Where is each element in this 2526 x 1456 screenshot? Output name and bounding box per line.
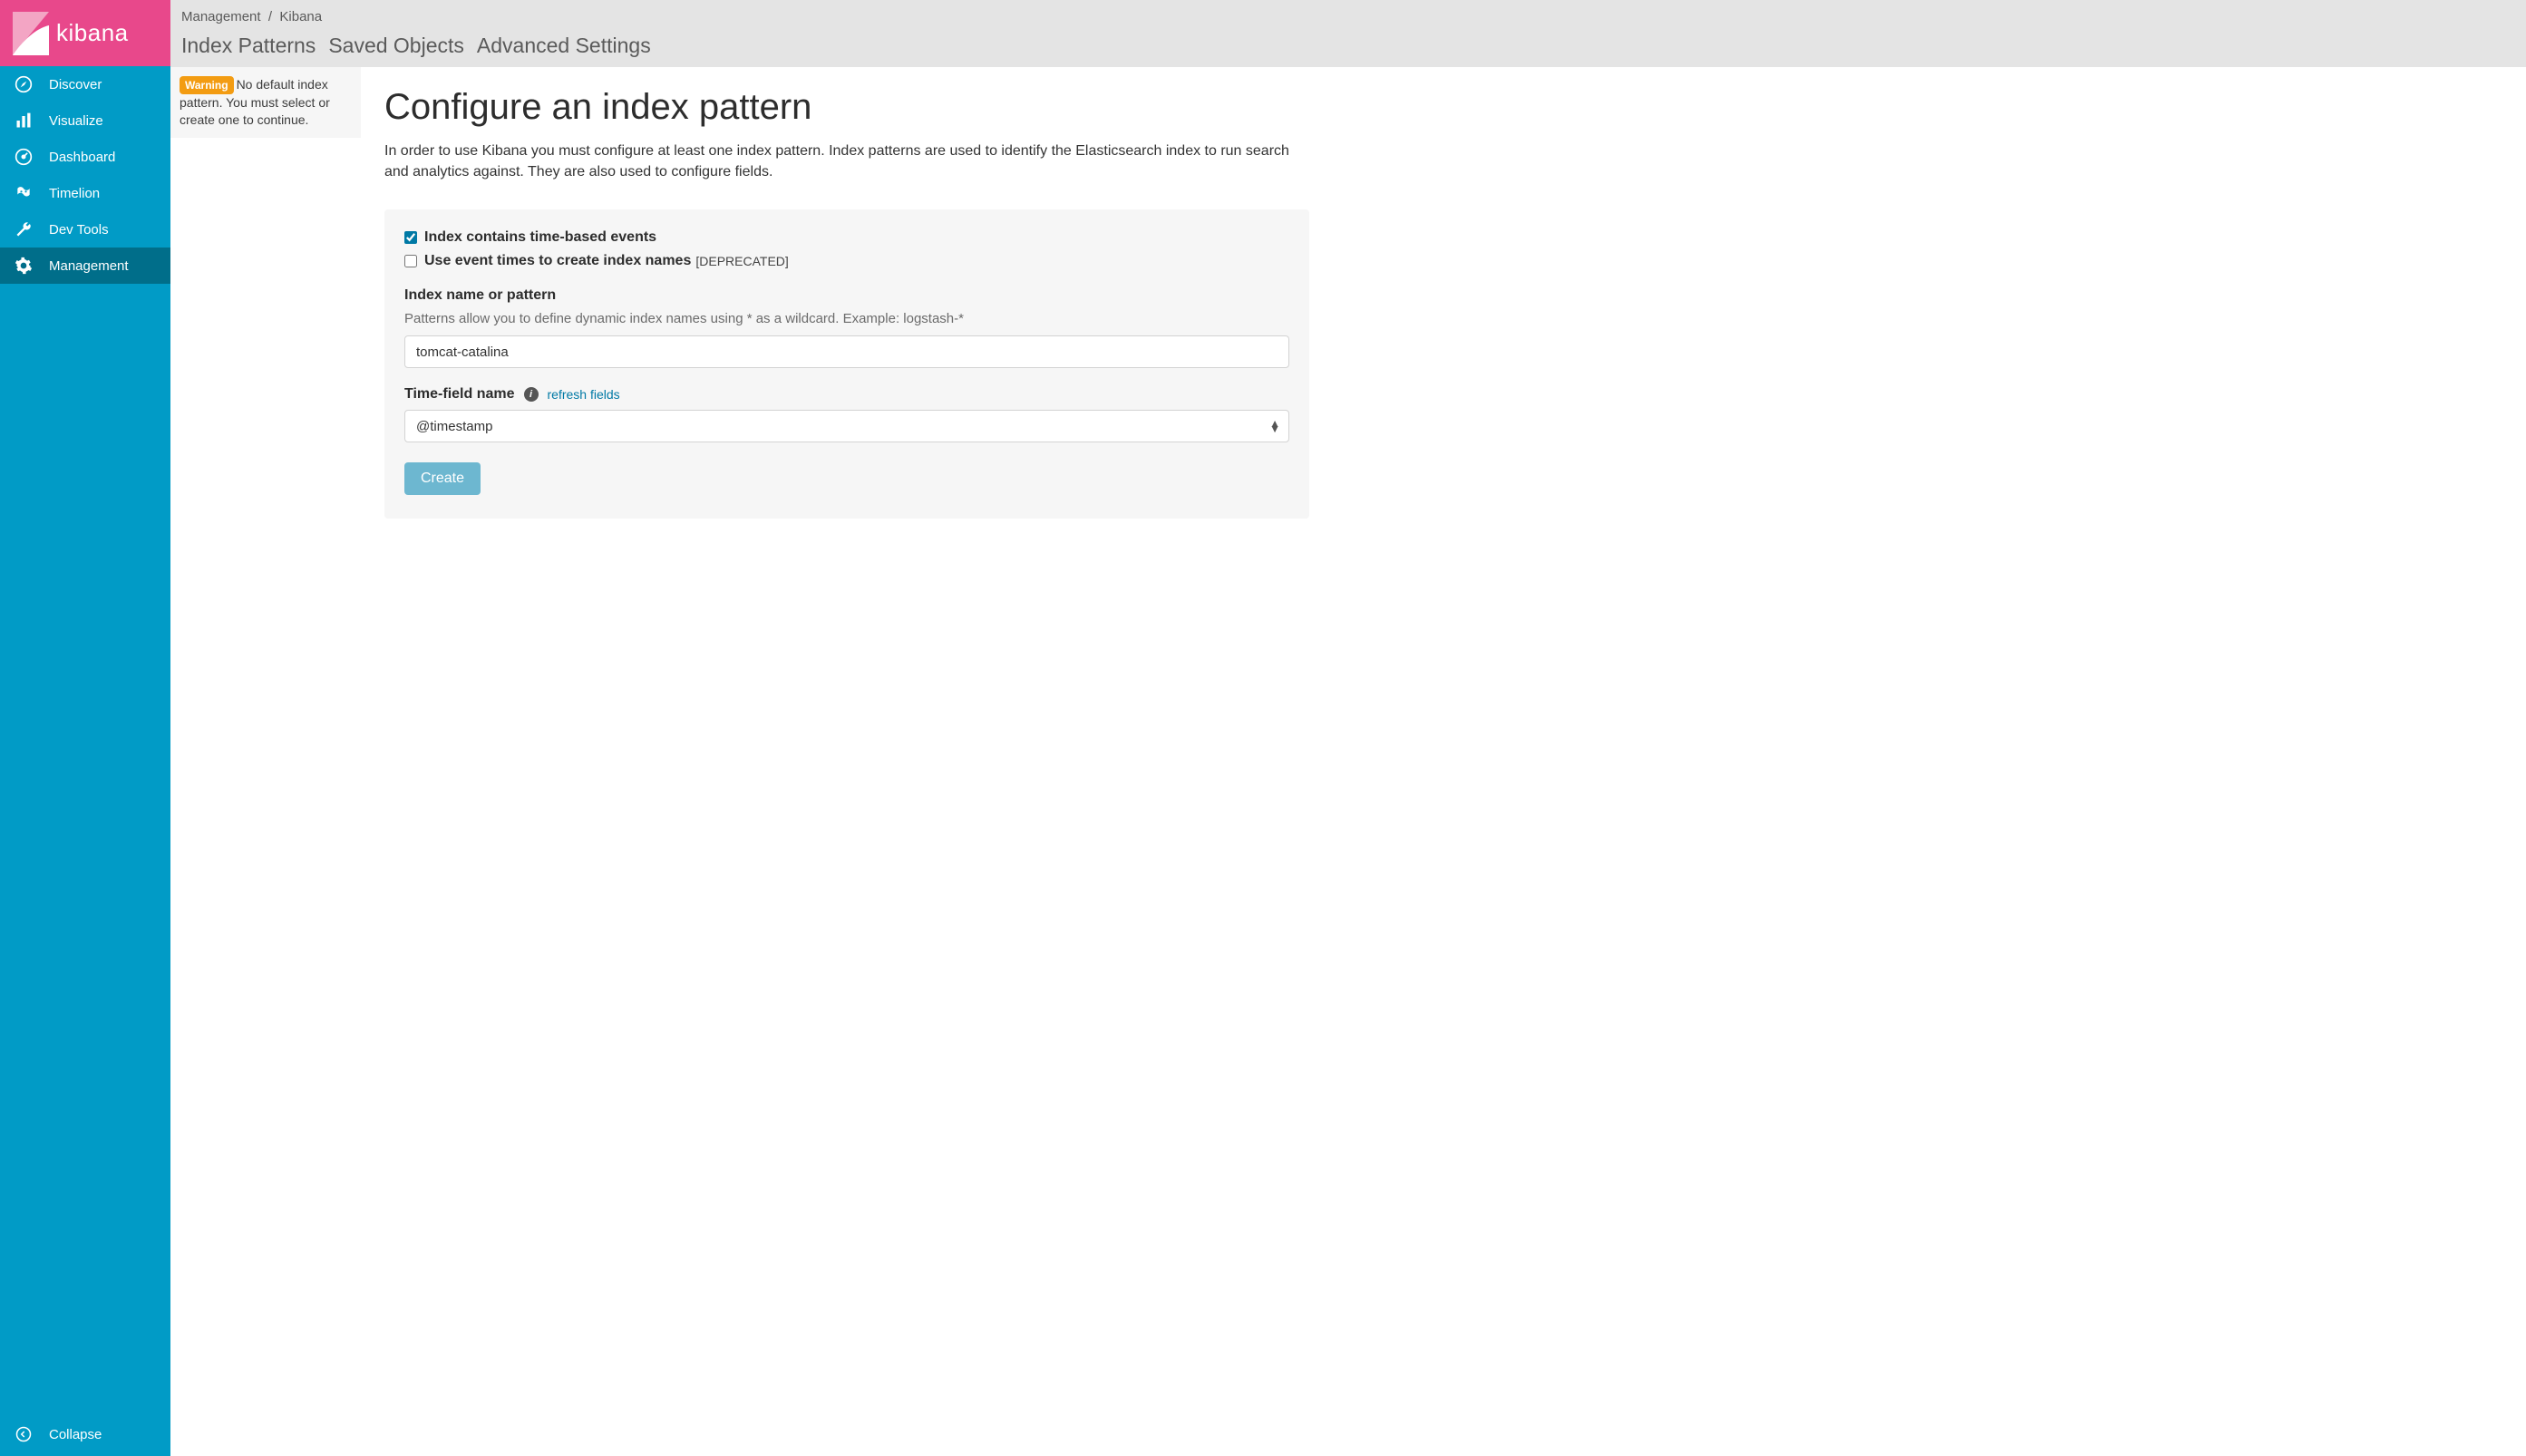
sidebar-item-label: Timelion xyxy=(49,186,100,201)
label-time-field: Time-field name i refresh fields xyxy=(404,386,1289,403)
checkbox-time-based[interactable] xyxy=(404,231,417,244)
label-event-times: Use event times to create index names xyxy=(424,253,691,269)
tab-index-patterns[interactable]: Index Patterns xyxy=(181,34,316,58)
deprecated-tag: [DEPRECATED] xyxy=(695,254,788,268)
label-index-name: Index name or pattern xyxy=(404,287,1289,304)
sidebar-item-devtools[interactable]: Dev Tools xyxy=(0,211,170,248)
sidebar-item-visualize[interactable]: Visualize xyxy=(0,102,170,139)
create-button[interactable]: Create xyxy=(404,462,481,495)
breadcrumb-current[interactable]: Kibana xyxy=(279,9,322,24)
sidebar-collapse[interactable]: Collapse xyxy=(0,1412,170,1456)
row-time-based: Index contains time-based events xyxy=(404,229,1289,246)
sidebar-item-label: Discover xyxy=(49,77,102,92)
gauge-icon xyxy=(15,148,33,166)
page: Configure an index pattern In order to u… xyxy=(361,67,2526,539)
help-index-name: Patterns allow you to define dynamic ind… xyxy=(404,311,1289,326)
info-icon[interactable]: i xyxy=(524,387,539,402)
page-title: Configure an index pattern xyxy=(384,87,2502,128)
sidebar-item-label: Management xyxy=(49,258,129,274)
label-time-based: Index contains time-based events xyxy=(424,229,656,246)
sidebar-item-management[interactable]: Management xyxy=(0,248,170,284)
tab-saved-objects[interactable]: Saved Objects xyxy=(328,34,464,58)
sidebar-item-label: Dev Tools xyxy=(49,222,109,238)
sidebar-item-label: Visualize xyxy=(49,113,103,129)
breadcrumb-sep: / xyxy=(265,9,280,24)
sidebar: kibana Discover Visualize Dashboard Time… xyxy=(0,0,170,1456)
row-event-times: Use event times to create index names [D… xyxy=(404,253,1289,269)
select-time-field[interactable]: @timestamp xyxy=(404,410,1289,442)
input-index-name[interactable] xyxy=(404,335,1289,368)
config-panel: Index contains time-based events Use eve… xyxy=(384,209,1309,519)
page-description: In order to use Kibana you must configur… xyxy=(384,141,1309,182)
tab-advanced-settings[interactable]: Advanced Settings xyxy=(477,34,651,58)
tabs: Index Patterns Saved Objects Advanced Se… xyxy=(181,34,2515,58)
refresh-fields-link[interactable]: refresh fields xyxy=(548,387,620,402)
time-field-label-text: Time-field name xyxy=(404,386,515,403)
breadcrumb: Management / Kibana xyxy=(181,9,2515,24)
compass-icon xyxy=(15,75,33,93)
barchart-icon xyxy=(15,112,33,130)
brand-header[interactable]: kibana xyxy=(0,0,170,66)
topbar: Management / Kibana Index Patterns Saved… xyxy=(170,0,2526,67)
sidebar-nav: Discover Visualize Dashboard Timelion De… xyxy=(0,66,170,1412)
select-wrap-time-field: @timestamp ▲▼ xyxy=(404,410,1289,442)
warning-box: WarningNo default index pattern. You mus… xyxy=(170,67,361,138)
main: Management / Kibana Index Patterns Saved… xyxy=(170,0,2526,1456)
timelion-icon xyxy=(15,184,33,202)
sidebar-item-discover[interactable]: Discover xyxy=(0,66,170,102)
content: WarningNo default index pattern. You mus… xyxy=(170,67,2526,539)
sidebar-item-dashboard[interactable]: Dashboard xyxy=(0,139,170,175)
breadcrumb-root[interactable]: Management xyxy=(181,9,261,24)
warning-badge: Warning xyxy=(180,76,234,94)
sidebar-item-label: Dashboard xyxy=(49,150,115,165)
collapse-icon xyxy=(15,1425,33,1443)
kibana-logo-icon xyxy=(13,12,49,55)
wrench-icon xyxy=(15,220,33,238)
collapse-label: Collapse xyxy=(49,1427,102,1442)
brand-name: kibana xyxy=(56,19,129,47)
checkbox-event-times[interactable] xyxy=(404,255,417,267)
gear-icon xyxy=(15,257,33,275)
sidebar-item-timelion[interactable]: Timelion xyxy=(0,175,170,211)
